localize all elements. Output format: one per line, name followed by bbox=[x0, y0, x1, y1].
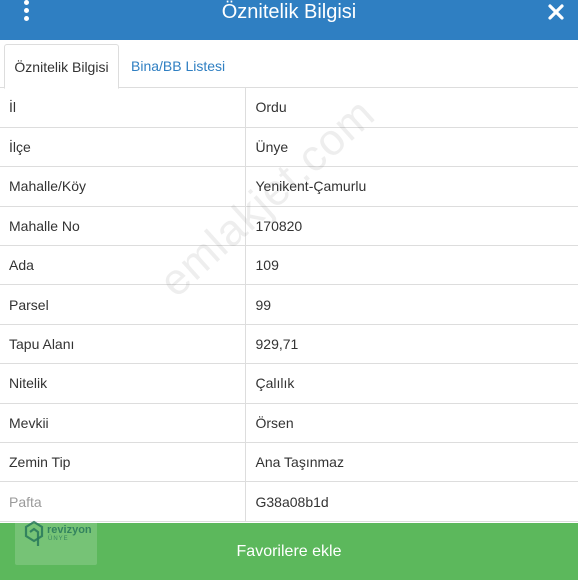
attribute-key: Mahalle No bbox=[0, 206, 246, 247]
attribute-value: Ana Taşınmaz bbox=[245, 442, 578, 483]
attribute-key: Zemin Tip bbox=[0, 442, 246, 483]
table-row: Mevkii Örsen bbox=[0, 403, 578, 444]
attribute-key: İl bbox=[0, 88, 246, 128]
revizyon-logo: revizyon ÜNYE bbox=[15, 516, 97, 565]
attribute-value: Yenikent-Çamurlu bbox=[245, 166, 578, 207]
attribute-key: Mevkii bbox=[0, 403, 246, 444]
attribute-value: Ünye bbox=[245, 127, 578, 168]
revizyon-logo-text: revizyon bbox=[47, 524, 92, 536]
attribute-value: 99 bbox=[245, 284, 578, 325]
attribute-value: G38a08b1d bbox=[245, 481, 578, 522]
table-row: Mahalle No 170820 bbox=[0, 206, 578, 247]
revizyon-logo-subtext: ÜNYE bbox=[48, 536, 69, 542]
dialog-header: Öznitelik Bilgisi bbox=[0, 0, 578, 40]
attribute-value: Örsen bbox=[245, 403, 578, 444]
attribute-key: Ada bbox=[0, 245, 246, 286]
attribute-key-label: Pafta bbox=[9, 493, 42, 510]
attribute-value: 170820 bbox=[245, 206, 578, 247]
attribute-key: İlçe bbox=[0, 127, 246, 168]
table-row: Nitelik Çalılık bbox=[0, 363, 578, 404]
attribute-value: Ordu bbox=[245, 88, 578, 128]
attribute-value: Çalılık bbox=[245, 363, 578, 404]
attribute-value: 929,71 bbox=[245, 324, 578, 365]
table-row: İl Ordu bbox=[0, 88, 578, 128]
table-row: Parsel 99 bbox=[0, 284, 578, 325]
attribute-key: Mahalle/Köy bbox=[0, 166, 246, 207]
table-row: İlçe Ünye bbox=[0, 127, 578, 168]
attribute-key: Tapu Alanı bbox=[0, 324, 246, 365]
table-row: Ada 109 bbox=[0, 245, 578, 286]
tab-bar: Öznitelik Bilgisi Bina/BB Listesi bbox=[0, 40, 578, 89]
close-icon[interactable] bbox=[546, 2, 566, 22]
table-row: Zemin Tip Ana Taşınmaz bbox=[0, 442, 578, 483]
attribute-value: 109 bbox=[245, 245, 578, 286]
dialog-title: Öznitelik Bilgisi bbox=[221, 1, 357, 23]
tab-bina-bb-listesi[interactable]: Bina/BB Listesi bbox=[131, 44, 225, 89]
attribute-key: Parsel bbox=[0, 284, 246, 325]
attribute-key: Nitelik bbox=[0, 363, 246, 404]
revizyon-logo-icon bbox=[24, 520, 44, 546]
table-row: Tapu Alanı 929,71 bbox=[0, 324, 578, 365]
tab-oznitelik-bilgisi[interactable]: Öznitelik Bilgisi bbox=[4, 44, 119, 89]
table-row: Mahalle/Köy Yenikent-Çamurlu bbox=[0, 166, 578, 207]
attribute-table: İl Ordu İlçe Ünye Mahalle/Köy Yenikent-Ç… bbox=[0, 88, 578, 522]
